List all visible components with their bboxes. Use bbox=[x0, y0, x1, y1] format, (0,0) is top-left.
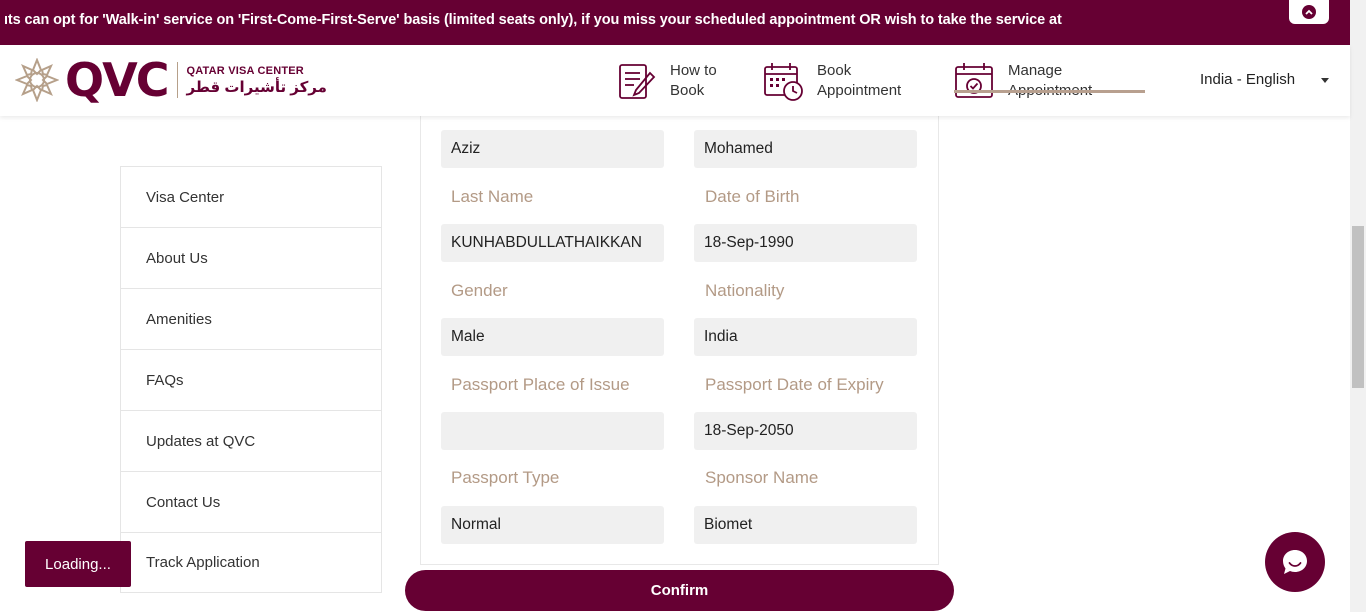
dob-label: Date of Birth bbox=[705, 187, 800, 206]
passport-type-label: Passport Type bbox=[451, 468, 560, 487]
sidebar-item-updates[interactable]: Updates at QVC bbox=[120, 410, 382, 471]
sidebar-menu: Visa Center About Us Amenities FAQs Upda… bbox=[120, 166, 382, 593]
logo-divider bbox=[177, 62, 179, 98]
last-name-field[interactable]: KUNHABDULLATHAIKKAN bbox=[441, 224, 664, 262]
confirm-button[interactable]: Confirm bbox=[405, 570, 954, 611]
calendar-clock-icon bbox=[764, 63, 803, 101]
last-name-label: Last Name bbox=[451, 187, 534, 206]
announcement-marquee: ıts can opt for 'Walk-in' service on 'Fi… bbox=[0, 0, 1350, 45]
sidebar-item-faqs[interactable]: FAQs bbox=[120, 349, 382, 410]
nationality-field[interactable]: India bbox=[694, 318, 917, 356]
announcement-text: ıts can opt for 'Walk-in' service on 'Fi… bbox=[4, 12, 1062, 28]
marquee-collapse-button[interactable] bbox=[1289, 0, 1329, 24]
nationality-label: Nationality bbox=[705, 281, 785, 300]
page-scrollbar[interactable] bbox=[1350, 0, 1366, 612]
dob-field[interactable]: 18-Sep-1990 bbox=[694, 224, 917, 262]
nav-book-appointment-line2: Appointment bbox=[817, 82, 902, 99]
sidebar-item-about-us[interactable]: About Us bbox=[120, 227, 382, 288]
chevron-up-icon bbox=[1302, 5, 1316, 19]
nav-book-appointment-line1: Book bbox=[817, 62, 852, 79]
logo-text: QATAR VISA CENTER مركز تأشيرات قطر bbox=[186, 65, 326, 96]
sidebar-item-amenities[interactable]: Amenities bbox=[120, 288, 382, 349]
site-header: QVC QATAR VISA CENTER مركز تأشيرات قطر H… bbox=[0, 45, 1350, 116]
middle-name-field[interactable]: Mohamed bbox=[694, 130, 917, 168]
nav-manage-appointment[interactable]: Manage Appointment bbox=[952, 55, 1092, 107]
qvc-emblem-icon bbox=[15, 58, 59, 102]
language-selector[interactable]: India - English bbox=[1200, 71, 1295, 88]
passport-issue-place-label: Passport Place of Issue bbox=[451, 375, 630, 394]
nav-book-appointment[interactable]: Book Appointment bbox=[761, 55, 901, 107]
nav-how-to-book[interactable]: How to Book bbox=[614, 55, 717, 107]
qvc-logo[interactable]: QVC QATAR VISA CENTER مركز تأشيرات قطر bbox=[15, 56, 327, 104]
page: ıts can opt for 'Walk-in' service on 'Fi… bbox=[0, 0, 1366, 612]
passport-expiry-field[interactable]: 18-Sep-2050 bbox=[694, 412, 917, 450]
chat-bubble-icon bbox=[1283, 550, 1307, 574]
applicant-details-panel: Aziz Mohamed Last Name Date of Birth KUN… bbox=[420, 110, 939, 565]
first-name-field[interactable]: Aziz bbox=[441, 130, 664, 168]
gender-label: Gender bbox=[451, 281, 508, 300]
nav-how-to-book-line1: How to bbox=[670, 62, 717, 79]
caret-down-icon[interactable] bbox=[1321, 78, 1329, 83]
passport-expiry-label: Passport Date of Expiry bbox=[705, 375, 884, 394]
calendar-check-icon bbox=[955, 63, 993, 98]
logo-wordmark: QVC bbox=[65, 53, 169, 107]
notepad-pen-icon bbox=[619, 64, 656, 99]
loading-indicator: Loading... bbox=[25, 541, 131, 587]
scrollbar-thumb[interactable] bbox=[1352, 226, 1364, 388]
chat-button[interactable] bbox=[1265, 532, 1325, 592]
logo-name-english: QATAR VISA CENTER bbox=[186, 64, 304, 77]
sponsor-name-field[interactable]: Biomet bbox=[694, 506, 917, 544]
passport-issue-place-field[interactable] bbox=[441, 412, 664, 450]
logo-name-arabic: مركز تأشيرات قطر bbox=[186, 78, 327, 96]
nav-active-indicator bbox=[954, 90, 1145, 93]
passport-type-field[interactable]: Normal bbox=[441, 506, 664, 544]
nav-how-to-book-line2: Book bbox=[670, 82, 705, 99]
sidebar-item-visa-center[interactable]: Visa Center bbox=[120, 166, 382, 227]
sidebar-item-contact-us[interactable]: Contact Us bbox=[120, 471, 382, 532]
sidebar-item-track-application[interactable]: Track Application bbox=[120, 532, 382, 593]
nav-manage-appointment-line1: Manage bbox=[1008, 62, 1063, 79]
gender-field[interactable]: Male bbox=[441, 318, 664, 356]
sponsor-name-label: Sponsor Name bbox=[705, 468, 819, 487]
